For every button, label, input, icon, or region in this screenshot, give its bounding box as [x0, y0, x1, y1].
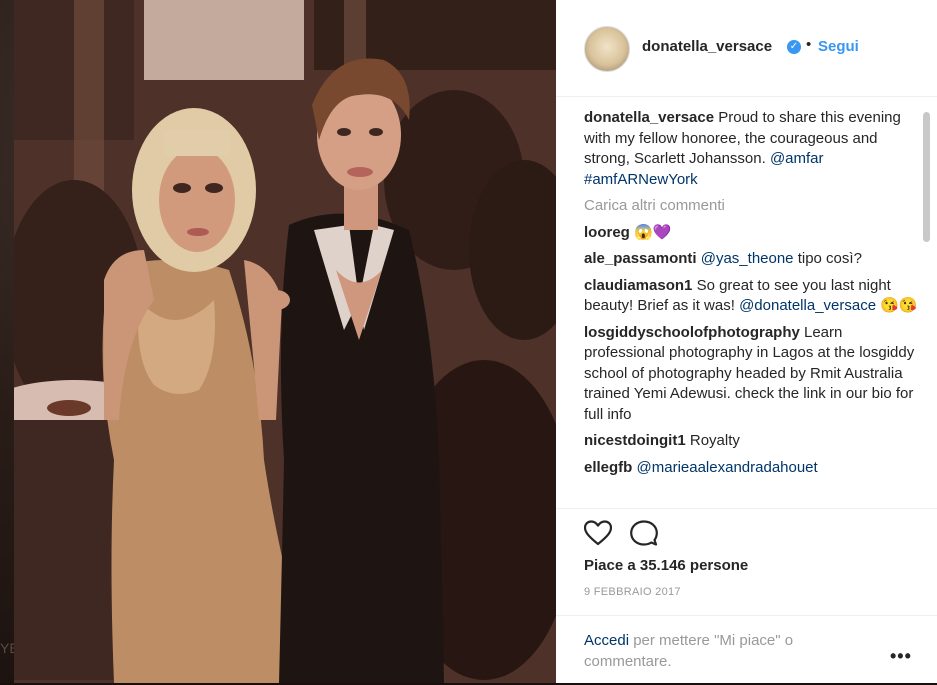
- comment-text: tipo così?: [797, 250, 862, 267]
- comment-username[interactable]: looreg: [584, 224, 630, 241]
- login-link[interactable]: Accedi: [584, 632, 629, 649]
- post-photo[interactable]: [14, 0, 556, 683]
- comment-username[interactable]: claudiamason1: [584, 277, 692, 294]
- avatar[interactable]: [584, 26, 630, 72]
- comment-item: ale_passamonti @yas_theone tipo così?: [584, 249, 919, 270]
- comment-item: ellegfb @marieaalexandradahouet: [584, 458, 919, 479]
- comment-mention[interactable]: @yas_theone: [701, 250, 794, 267]
- comment-item: losgiddyschoolofphotography Learn profes…: [584, 323, 919, 426]
- comment-item: claudiamason1 So great to see you last n…: [584, 276, 919, 317]
- login-prompt-row: Accedi per mettere "Mi piace" o commenta…: [556, 615, 937, 685]
- comment-mention[interactable]: @marieaalexandradahouet: [637, 459, 818, 476]
- separator-dot: •: [806, 36, 812, 53]
- follow-button[interactable]: Segui: [818, 38, 859, 55]
- comment-username[interactable]: losgiddyschoolofphotography: [584, 324, 800, 341]
- caption-hashtag[interactable]: #amfARNewYork: [584, 171, 698, 188]
- heart-icon[interactable]: [584, 520, 612, 546]
- comment-text: Royalty: [689, 432, 740, 449]
- comments-scrollbar[interactable]: [923, 112, 930, 242]
- post-header: donatella_versace ✓ • Segui: [556, 0, 937, 97]
- comment-username[interactable]: nicestdoingit1: [584, 432, 686, 449]
- post-actions: Piace a 35.146 persone 9 FEBBRAIO 2017 A…: [556, 508, 937, 684]
- comment-item: nicestdoingit1 Royalty: [584, 431, 919, 452]
- comment-text: 😱💜: [634, 223, 672, 241]
- likes-count[interactable]: Piace a 35.146 persone: [584, 557, 748, 574]
- comment-icon[interactable]: [630, 520, 658, 546]
- load-more-comments-button[interactable]: Carica altri commenti: [584, 196, 919, 217]
- comment-username[interactable]: ellegfb: [584, 459, 632, 476]
- comments-list[interactable]: donatella_versace Proud to share this ev…: [584, 108, 919, 506]
- login-prompt: Accedi per mettere "Mi piace" o commenta…: [584, 630, 834, 672]
- comment-username[interactable]: ale_passamonti: [584, 250, 697, 267]
- photo-illustration: [14, 0, 556, 683]
- caption: donatella_versace Proud to share this ev…: [584, 108, 919, 190]
- comment-item: looreg 😱💜: [584, 223, 919, 244]
- caption-mention[interactable]: @amfar: [770, 150, 824, 167]
- verified-badge-icon: ✓: [787, 40, 801, 54]
- comment-emoji: 😘😘: [880, 297, 918, 314]
- post-username[interactable]: donatella_versace: [642, 38, 772, 55]
- post-panel: donatella_versace ✓ • Segui donatella_ve…: [556, 0, 937, 683]
- comment-mention[interactable]: @donatella_versace: [739, 297, 876, 314]
- caption-username[interactable]: donatella_versace: [584, 109, 714, 126]
- more-options-icon[interactable]: •••: [890, 646, 912, 667]
- post-date[interactable]: 9 FEBBRAIO 2017: [584, 586, 681, 598]
